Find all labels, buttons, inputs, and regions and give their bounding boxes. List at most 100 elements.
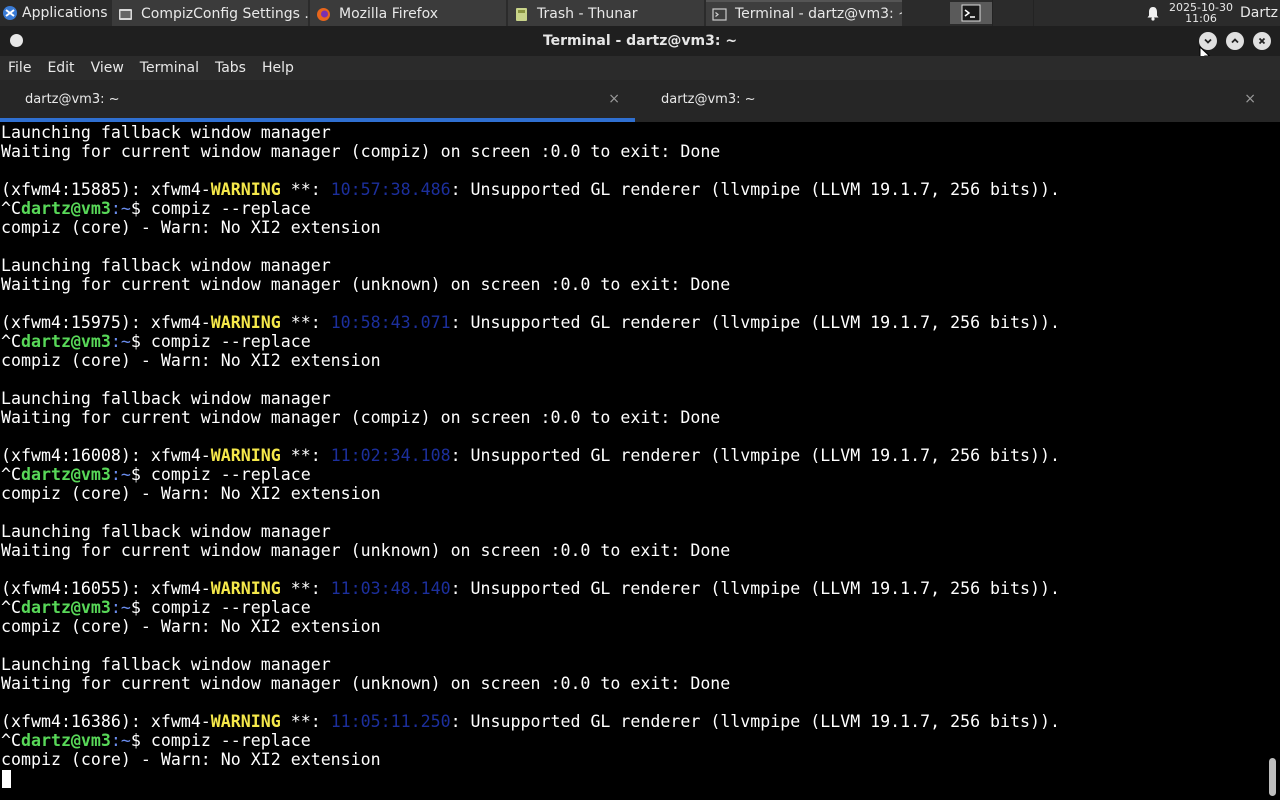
line-text: Waiting for current window manager (unkn…	[1, 541, 731, 560]
terminal-line: (xfwm4:16008): xfwm4-WARNING **: 11:02:3…	[1, 446, 1060, 465]
log-separator: **:	[280, 712, 331, 731]
tab-label: dartz@vm3: ~	[661, 92, 756, 107]
prompt-path: :~	[110, 731, 131, 750]
prompt-command: $ compiz --replace	[130, 598, 311, 617]
terminal-line: Waiting for current window manager (unkn…	[1, 674, 1060, 693]
prompt-command: $ compiz --replace	[130, 332, 311, 351]
prompt-user: dartz@vm3	[20, 598, 111, 617]
tab-close-icon[interactable]: ×	[1244, 91, 1256, 107]
firefox-icon	[316, 7, 331, 22]
terminal-line: (xfwm4:16386): xfwm4-WARNING **: 11:05:1…	[1, 712, 1060, 731]
terminal-output[interactable]: Launching fallback window manager Waiting…	[0, 122, 1280, 800]
terminal-line: Waiting for current window manager (comp…	[1, 408, 1060, 427]
log-level: WARNING	[210, 446, 281, 465]
menu-edit[interactable]: Edit	[39, 60, 82, 76]
line-text: Waiting for current window manager (unkn…	[1, 275, 731, 294]
log-source: (xfwm4:15975): xfwm4-	[1, 313, 211, 332]
log-timestamp: 10:58:43.071	[330, 313, 451, 332]
terminal-line: Launching fallback window manager	[1, 389, 1060, 408]
close-icon	[1257, 36, 1267, 46]
log-level: WARNING	[210, 313, 281, 332]
applications-label: Applications	[22, 5, 108, 21]
log-timestamp: 11:03:48.140	[330, 579, 451, 598]
terminal-line: compiz (core) - Warn: No XI2 extension	[1, 218, 1060, 237]
terminal-line: ^Cdartz@vm3:~$ compiz --replace	[1, 199, 1060, 218]
clock[interactable]: 2025-10-30 11:06	[1168, 0, 1234, 26]
prompt-command: $ compiz --replace	[130, 199, 311, 218]
log-level: WARNING	[210, 712, 281, 731]
taskbar-item-terminal[interactable]: Terminal - dartz@vm3: ~	[706, 0, 902, 26]
tab-2[interactable]: dartz@vm3: ~ ×	[640, 80, 1280, 122]
log-separator: **:	[280, 446, 331, 465]
menu-tabs[interactable]: Tabs	[207, 60, 254, 76]
taskbar-item-compizconfig[interactable]: CompizConfig Settings ...	[112, 0, 308, 26]
log-source: (xfwm4:16386): xfwm4-	[1, 712, 211, 731]
terminal-line: compiz (core) - Warn: No XI2 extension	[1, 351, 1060, 370]
chevron-down-icon	[1203, 36, 1213, 46]
prompt-user: dartz@vm3	[20, 465, 111, 484]
tab-1[interactable]: dartz@vm3: ~ ×	[0, 80, 640, 122]
menu-terminal[interactable]: Terminal	[132, 60, 207, 76]
line-text: compiz (core) - Warn: No XI2 extension	[1, 351, 381, 370]
window-titlebar[interactable]: Terminal - dartz@vm3: ~	[0, 26, 1280, 64]
prompt-path: :~	[110, 598, 131, 617]
terminal-line: (xfwm4:16055): xfwm4-WARNING **: 11:03:4…	[1, 579, 1060, 598]
interrupt-marker: ^C	[1, 731, 21, 750]
line-text: Launching fallback window manager	[1, 389, 331, 408]
line-text: Waiting for current window manager (comp…	[1, 142, 721, 161]
log-message: : Unsupported GL renderer (llvmpipe (LLV…	[450, 180, 1060, 199]
menu-bar: File Edit View Terminal Tabs Help	[0, 56, 1280, 80]
log-message: : Unsupported GL renderer (llvmpipe (LLV…	[450, 446, 1060, 465]
window-title: Terminal - dartz@vm3: ~	[542, 33, 738, 49]
prompt-path: :~	[110, 465, 131, 484]
log-separator: **:	[280, 579, 331, 598]
interrupt-marker: ^C	[1, 598, 21, 617]
menu-help[interactable]: Help	[254, 60, 302, 76]
terminal-line: (xfwm4:15885): xfwm4-WARNING **: 10:57:3…	[1, 180, 1060, 199]
xfce-logo-icon	[2, 5, 18, 21]
close-button[interactable]	[1253, 32, 1271, 50]
terminal-line: Launching fallback window manager	[1, 522, 1060, 541]
chevron-up-icon	[1230, 36, 1240, 46]
log-source: (xfwm4:15885): xfwm4-	[1, 180, 211, 199]
terminal-line: Waiting for current window manager (unkn…	[1, 541, 1060, 560]
scrollbar[interactable]	[1269, 758, 1276, 796]
line-text: compiz (core) - Warn: No XI2 extension	[1, 617, 381, 636]
prompt-user: dartz@vm3	[20, 332, 111, 351]
line-text: Waiting for current window manager (comp…	[1, 408, 721, 427]
terminal-icon	[712, 7, 727, 22]
terminal-line: ^Cdartz@vm3:~$ compiz --replace	[1, 465, 1060, 484]
tab-bar: dartz@vm3: ~ × dartz@vm3: ~ ×	[0, 80, 1280, 122]
prompt-command: $ compiz --replace	[130, 731, 311, 750]
maximize-button[interactable]	[1226, 32, 1244, 50]
terminal-line: compiz (core) - Warn: No XI2 extension	[1, 484, 1060, 503]
taskbar-item-label: CompizConfig Settings ...	[141, 6, 308, 22]
menu-view[interactable]: View	[83, 60, 132, 76]
line-text: compiz (core) - Warn: No XI2 extension	[1, 750, 381, 769]
notifications-button[interactable]	[1138, 0, 1168, 26]
user-menu[interactable]: Dartz	[1234, 0, 1280, 26]
taskbar-item-thunar[interactable]: Trash - Thunar	[508, 0, 704, 26]
panel-workspace-slot[interactable]	[992, 0, 1033, 26]
terminal-launcher-button[interactable]	[950, 2, 992, 24]
clock-time: 11:06	[1185, 12, 1217, 25]
interrupt-marker: ^C	[1, 332, 21, 351]
menu-file[interactable]: File	[0, 60, 39, 76]
applications-menu-button[interactable]: Applications	[0, 0, 110, 26]
taskbar-item-firefox[interactable]: Mozilla Firefox	[310, 0, 506, 26]
terminal-line: Launching fallback window manager	[1, 256, 1060, 275]
taskbar-item-label: Trash - Thunar	[537, 6, 638, 22]
panel-workspace-slot[interactable]	[1033, 0, 1074, 26]
tab-close-icon[interactable]: ×	[608, 91, 620, 107]
line-text: Launching fallback window manager	[1, 123, 331, 142]
settings-icon	[118, 7, 133, 22]
taskbar-item-label: Mozilla Firefox	[339, 6, 439, 22]
